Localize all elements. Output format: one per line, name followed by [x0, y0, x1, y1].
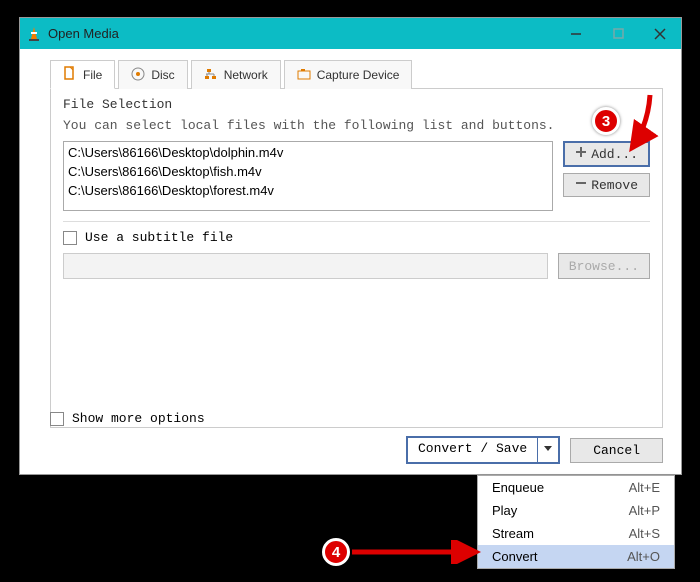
- window-title: Open Media: [48, 26, 555, 41]
- minus-icon: [575, 177, 587, 193]
- menu-item-label: Play: [492, 503, 629, 518]
- convert-save-button[interactable]: Convert / Save: [406, 436, 560, 464]
- menu-item-label: Enqueue: [492, 480, 629, 495]
- tab-label: Disc: [151, 68, 174, 82]
- source-tabs: File Disc Network Capture Device: [20, 49, 681, 88]
- file-list-item[interactable]: C:\Users\86166\Desktop\fish.m4v: [68, 163, 548, 182]
- menu-item-shortcut: Alt+P: [629, 503, 660, 518]
- show-more-options-row: Show more options: [50, 411, 205, 426]
- menu-item-label: Stream: [492, 526, 629, 541]
- titlebar: Open Media: [20, 18, 681, 49]
- close-button[interactable]: [639, 18, 681, 49]
- maximize-button[interactable]: [597, 18, 639, 49]
- remove-file-button[interactable]: Remove: [563, 173, 650, 197]
- file-selection-help: You can select local files with the foll…: [63, 118, 650, 133]
- menu-item-shortcut: Alt+E: [629, 480, 660, 495]
- browse-subtitle-button: Browse...: [558, 253, 650, 279]
- tab-label: File: [83, 68, 102, 82]
- checkbox-label: Show more options: [72, 411, 205, 426]
- annotation-badge-3: 3: [592, 107, 620, 135]
- menu-item-shortcut: Alt+S: [629, 526, 660, 541]
- annotation-badge-4: 4: [322, 538, 350, 566]
- file-icon: [63, 66, 77, 83]
- cancel-button[interactable]: Cancel: [570, 438, 663, 463]
- network-icon: [204, 67, 218, 84]
- button-label: Cancel: [593, 443, 640, 458]
- subtitle-path-input: [63, 253, 548, 279]
- tab-network[interactable]: Network: [191, 60, 281, 89]
- menu-item-play[interactable]: Play Alt+P: [478, 499, 674, 522]
- menu-item-label: Convert: [492, 549, 627, 564]
- capture-icon: [297, 67, 311, 84]
- show-more-options-checkbox[interactable]: [50, 412, 64, 426]
- tab-disc[interactable]: Disc: [118, 60, 187, 89]
- file-list[interactable]: C:\Users\86166\Desktop\dolphin.m4v C:\Us…: [63, 141, 553, 211]
- button-label: Browse...: [569, 259, 639, 274]
- button-label: Remove: [591, 178, 638, 193]
- dropdown-arrow-icon[interactable]: [537, 438, 558, 462]
- plus-icon: [575, 146, 587, 162]
- vlc-cone-icon: [26, 26, 42, 42]
- tab-file[interactable]: File: [50, 60, 115, 89]
- tab-label: Capture Device: [317, 68, 400, 82]
- convert-save-dropdown-menu: Enqueue Alt+E Play Alt+P Stream Alt+S Co…: [477, 475, 675, 569]
- file-list-item[interactable]: C:\Users\86166\Desktop\dolphin.m4v: [68, 144, 548, 163]
- minimize-button[interactable]: [555, 18, 597, 49]
- tab-label: Network: [224, 68, 268, 82]
- menu-item-convert[interactable]: Convert Alt+O: [478, 545, 674, 568]
- file-selection-label: File Selection: [63, 97, 650, 112]
- dialog-button-bar: Convert / Save Cancel: [406, 436, 663, 464]
- divider: [63, 221, 650, 222]
- tab-capture-device[interactable]: Capture Device: [284, 60, 413, 89]
- use-subtitle-checkbox[interactable]: [63, 231, 77, 245]
- use-subtitle-row: Use a subtitle file: [63, 230, 650, 245]
- menu-item-shortcut: Alt+O: [627, 549, 660, 564]
- open-media-dialog: Open Media File Disc: [19, 17, 682, 475]
- annotation-arrow-4: [350, 540, 490, 564]
- file-list-item[interactable]: C:\Users\86166\Desktop\forest.m4v: [68, 182, 548, 201]
- file-tab-panel: File Selection You can select local file…: [50, 88, 663, 428]
- menu-item-enqueue[interactable]: Enqueue Alt+E: [478, 476, 674, 499]
- button-label: Convert / Save: [408, 438, 537, 462]
- disc-icon: [131, 67, 145, 84]
- menu-item-stream[interactable]: Stream Alt+S: [478, 522, 674, 545]
- checkbox-label: Use a subtitle file: [85, 230, 233, 245]
